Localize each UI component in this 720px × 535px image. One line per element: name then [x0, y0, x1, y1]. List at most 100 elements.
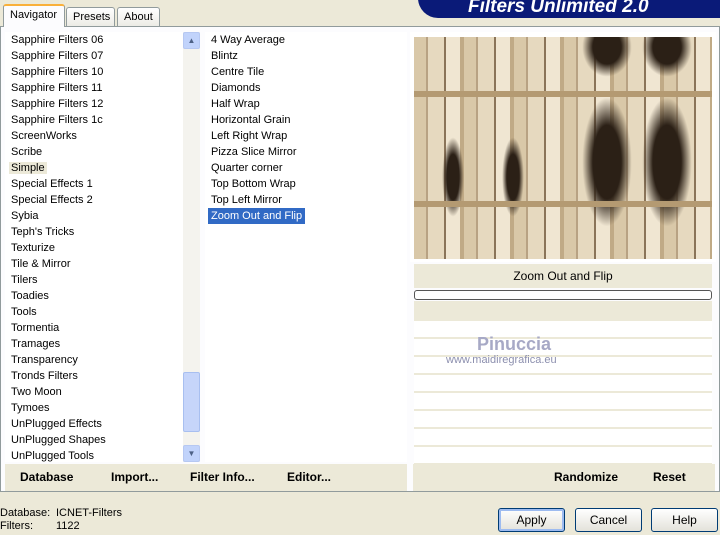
- import-button[interactable]: Import...: [111, 470, 158, 484]
- category-list[interactable]: Sapphire Filters 06 Sapphire Filters 07 Sa…: [5, 32, 183, 462]
- list-item-label: Simple: [9, 162, 47, 174]
- list-item-label: Tools: [11, 306, 37, 318]
- list-item[interactable]: Tilers: [5, 272, 183, 288]
- list-item-label: Top Left Mirror: [211, 194, 282, 206]
- cancel-button[interactable]: Cancel: [575, 508, 642, 532]
- apply-button[interactable]: Apply: [498, 508, 565, 532]
- tab-about[interactable]: About: [117, 7, 160, 26]
- list-item[interactable]: Scribe: [5, 144, 183, 160]
- list-item[interactable]: Sapphire Filters 1c: [5, 112, 183, 128]
- list-item-label: Pizza Slice Mirror: [211, 146, 297, 158]
- watermark-url: www.maidiregrafica.eu: [446, 354, 557, 366]
- list-item[interactable]: Sapphire Filters 06: [5, 32, 183, 48]
- list-item[interactable]: Left Right Wrap: [205, 128, 407, 144]
- status-database-label: Database:: [0, 507, 51, 519]
- list-item[interactable]: 4 Way Average: [205, 32, 407, 48]
- list-item-label: Special Effects 2: [11, 194, 93, 206]
- list-item-label: Sapphire Filters 07: [11, 50, 104, 62]
- database-button[interactable]: Database: [20, 470, 73, 484]
- list-item-label: Tronds Filters: [11, 370, 78, 382]
- tab-presets[interactable]: Presets: [66, 7, 115, 26]
- list-item[interactable]: Tymoes: [5, 400, 183, 416]
- list-item[interactable]: Centre Tile: [205, 64, 407, 80]
- list-item[interactable]: Blintz: [205, 48, 407, 64]
- list-item[interactable]: Top Bottom Wrap: [205, 176, 407, 192]
- list-item-label: Tormentia: [11, 322, 60, 334]
- list-item[interactable]: Two Moon: [5, 384, 183, 400]
- list-item[interactable]: Special Effects 1: [5, 176, 183, 192]
- filter-list[interactable]: 4 Way Average Blintz Centre Tile Diamonds Ha…: [205, 32, 407, 462]
- list-item-label: Two Moon: [11, 386, 62, 398]
- list-item-label: ScreenWorks: [11, 130, 77, 142]
- list-item[interactable]: Tormentia: [5, 320, 183, 336]
- list-item-label: Sybia: [11, 210, 39, 222]
- scrollbar-thumb[interactable]: [183, 372, 200, 432]
- list-item-label: Teph's Tricks: [11, 226, 75, 238]
- list-item-label: Centre Tile: [211, 66, 265, 78]
- list-item-label: Sapphire Filters 11: [11, 82, 103, 94]
- reset-button[interactable]: Reset: [653, 470, 686, 484]
- list-item-label: UnPlugged Tools: [11, 450, 94, 462]
- list-item[interactable]: Zoom Out and Flip: [208, 208, 306, 224]
- list-item[interactable]: UnPlugged Shapes: [5, 432, 183, 448]
- list-item[interactable]: Top Left Mirror: [205, 192, 407, 208]
- list-item[interactable]: Quarter corner: [205, 160, 407, 176]
- list-item-label: Tile & Mirror: [11, 258, 71, 270]
- list-item-label: Transparency: [11, 354, 78, 366]
- list-item[interactable]: Tramages: [5, 336, 183, 352]
- list-item-label: Diamonds: [211, 82, 261, 94]
- status-database-value: ICNET-Filters: [56, 507, 122, 519]
- list-item[interactable]: Sapphire Filters 12: [5, 96, 183, 112]
- preview-filter-label: Zoom Out and Flip: [414, 264, 712, 288]
- list-item[interactable]: Half Wrap: [205, 96, 407, 112]
- list-item[interactable]: Simple: [5, 160, 183, 176]
- list-item-label: Left Right Wrap: [211, 130, 288, 142]
- list-item[interactable]: Pizza Slice Mirror: [205, 144, 407, 160]
- help-button[interactable]: Help: [651, 508, 718, 532]
- list-item[interactable]: Sybia: [5, 208, 183, 224]
- app-banner: Filters Unlimited 2.0: [418, 0, 720, 18]
- list-item[interactable]: Teph's Tricks: [5, 224, 183, 240]
- list-item-label: Half Wrap: [211, 98, 260, 110]
- list-item-label: Tilers: [11, 274, 38, 286]
- list-item-label: Texturize: [11, 242, 56, 254]
- editor-button[interactable]: Editor...: [287, 470, 331, 484]
- list-item[interactable]: Transparency: [5, 352, 183, 368]
- list-item-label: Quarter corner: [211, 162, 283, 174]
- scroll-up-icon[interactable]: ▲: [183, 32, 200, 49]
- list-item[interactable]: UnPlugged Effects: [5, 416, 183, 432]
- randomize-button[interactable]: Randomize: [554, 470, 618, 484]
- list-item[interactable]: Tronds Filters: [5, 368, 183, 384]
- status-filters-label: Filters:: [0, 520, 33, 532]
- list-item[interactable]: Toadies: [5, 288, 183, 304]
- filter-info-button[interactable]: Filter Info...: [190, 470, 255, 484]
- list-item-label: Sapphire Filters 12: [11, 98, 104, 110]
- list-item[interactable]: Tools: [5, 304, 183, 320]
- preview-image: [414, 37, 712, 259]
- list-item-label: Zoom Out and Flip: [211, 210, 303, 222]
- list-item-label: Tymoes: [11, 402, 50, 414]
- parameter-area: [414, 321, 712, 465]
- list-item-label: Toadies: [11, 290, 49, 302]
- list-item[interactable]: Special Effects 2: [5, 192, 183, 208]
- list-item-label: Top Bottom Wrap: [211, 178, 296, 190]
- list-item-label: UnPlugged Effects: [11, 418, 102, 430]
- list-item[interactable]: Sapphire Filters 07: [5, 48, 183, 64]
- list-item-label: Tramages: [11, 338, 61, 350]
- list-item[interactable]: Sapphire Filters 11: [5, 80, 183, 96]
- scroll-down-icon[interactable]: ▼: [183, 445, 200, 462]
- list-item[interactable]: Tile & Mirror: [5, 256, 183, 272]
- list-item[interactable]: UnPlugged Tools: [5, 448, 183, 464]
- tab-navigator[interactable]: Navigator: [3, 4, 65, 27]
- list-item[interactable]: ScreenWorks: [5, 128, 183, 144]
- list-item[interactable]: Horizontal Grain: [205, 112, 407, 128]
- list-item[interactable]: Diamonds: [205, 80, 407, 96]
- category-scrollbar[interactable]: ▲ ▼: [183, 32, 200, 462]
- list-item-label: Sapphire Filters 10: [11, 66, 104, 78]
- list-item-label: UnPlugged Shapes: [11, 434, 106, 446]
- list-item-label: Sapphire Filters 06: [11, 34, 104, 46]
- watermark-name: Pinuccia: [477, 334, 552, 354]
- list-item[interactable]: Texturize: [5, 240, 183, 256]
- list-item[interactable]: Sapphire Filters 10: [5, 64, 183, 80]
- list-item-label: 4 Way Average: [211, 34, 285, 46]
